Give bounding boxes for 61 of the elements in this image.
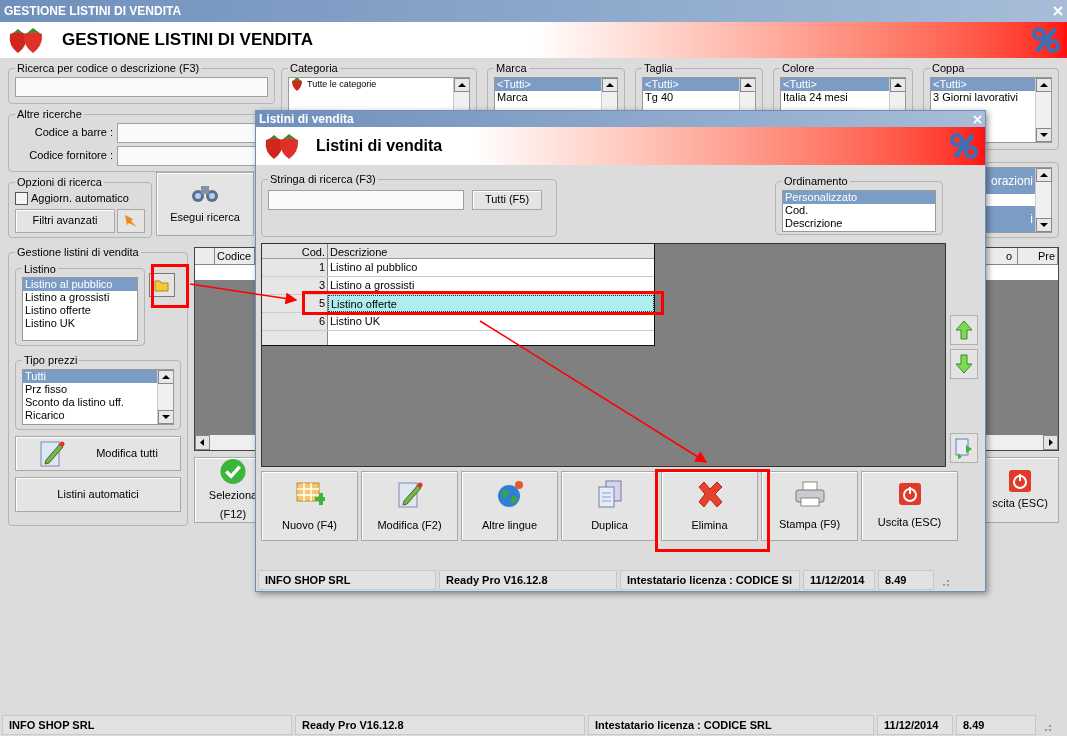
group-label: Tipo prezzi — [23, 353, 79, 368]
window-title: GESTIONE LISTINI DI VENDITA — [4, 3, 182, 20]
toolbar-button[interactable]: Modifica (F2) — [361, 471, 458, 541]
list-item[interactable]: Italia 24 mesi — [781, 90, 889, 104]
group-label: Ricerca per codice o descrizione (F3) — [16, 61, 201, 76]
list-item[interactable]: Tg 40 — [643, 90, 739, 104]
group-label: Taglia — [643, 61, 674, 76]
toolbar-button[interactable]: Stampa (F9) — [761, 471, 858, 541]
group-label: Colore — [781, 61, 816, 76]
group-label: Ordinamento — [783, 174, 849, 189]
list-item[interactable]: Tutte le categorie — [289, 77, 453, 91]
toolbar-button[interactable]: Uscita (ESC) — [861, 471, 958, 541]
status-text: INFO SHOP SRL — [258, 570, 436, 590]
group-label: Altre ricerche — [16, 107, 83, 122]
dialog-title: Listini di vendita — [259, 111, 354, 128]
description-cell[interactable]: Listino offerte — [328, 295, 654, 312]
toolbar-button[interactable]: Elimina — [661, 471, 758, 541]
list-item[interactable]: Listino a grossisti — [23, 291, 137, 304]
group-label: Listino — [23, 261, 57, 277]
code-cell: 3 — [262, 277, 328, 294]
toolbar-button[interactable]: Duplica — [561, 471, 658, 541]
status-text: 11/12/2014 — [877, 715, 953, 735]
list-item[interactable]: Ricarico — [23, 408, 157, 422]
group-label: Marca — [495, 61, 528, 76]
list-item[interactable]: Listino offerte — [23, 304, 137, 317]
column-header[interactable]: Descrizione — [328, 244, 654, 258]
group-label: Opzioni di ricerca — [16, 175, 103, 190]
action-button[interactable]: Listini automatici — [15, 476, 181, 512]
list-item[interactable]: Marca — [495, 90, 601, 104]
code-cell: 6 — [262, 313, 328, 330]
status-text: 8.49 — [878, 570, 934, 590]
list-item[interactable]: Prz fisso — [23, 382, 157, 396]
toolbar-button[interactable]: Nuovo (F4) — [261, 471, 358, 541]
list-item[interactable]: Cod. — [783, 203, 935, 217]
list-item[interactable]: Listino UK — [23, 317, 137, 330]
status-text: Ready Pro V16.12.8 — [439, 570, 617, 590]
group-label: Stringa di ricerca (F3) — [269, 172, 377, 187]
advanced-filters-button[interactable]: Filtri avanzati — [15, 208, 115, 233]
run-search-button[interactable]: Esegui ricerca — [156, 172, 254, 236]
page-heading: GESTIONE LISTINI DI VENDITA — [62, 29, 313, 52]
group-label: Gestione listini di vendita — [16, 245, 140, 260]
status-text: 11/12/2014 — [803, 570, 875, 590]
all-button[interactable]: Tutti (F5) — [472, 189, 542, 210]
column-header[interactable]: Cod. — [262, 244, 328, 258]
toolbar-button[interactable]: Altre lingue — [461, 471, 558, 541]
list-item[interactable]: Sconto da listino uff. — [23, 395, 157, 409]
field-label: Codice a barre : — [33, 125, 113, 141]
code-cell: 1 — [262, 259, 328, 276]
group-label: Categoria — [289, 61, 339, 76]
status-text: Intestatario licenza : CODICE SRL — [588, 715, 874, 735]
status-text: INFO SHOP SRL — [2, 715, 292, 735]
checkbox-label: Aggiorn. automatico — [31, 191, 129, 207]
list-item[interactable]: 3 Giorni lavorativi — [931, 90, 1035, 104]
action-button[interactable]: Modifica tutti — [15, 435, 181, 471]
field-label: Codice fornitore : — [28, 148, 113, 164]
dialog-heading: Listini di vendita — [316, 136, 443, 156]
status-text: Intestatario licenza : CODICE SI — [620, 570, 800, 590]
status-text: 8.49 — [956, 715, 1036, 735]
group-label: Coppa — [931, 61, 966, 76]
list-item[interactable]: Descrizione — [783, 216, 935, 230]
status-text: Ready Pro V16.12.8 — [295, 715, 585, 735]
